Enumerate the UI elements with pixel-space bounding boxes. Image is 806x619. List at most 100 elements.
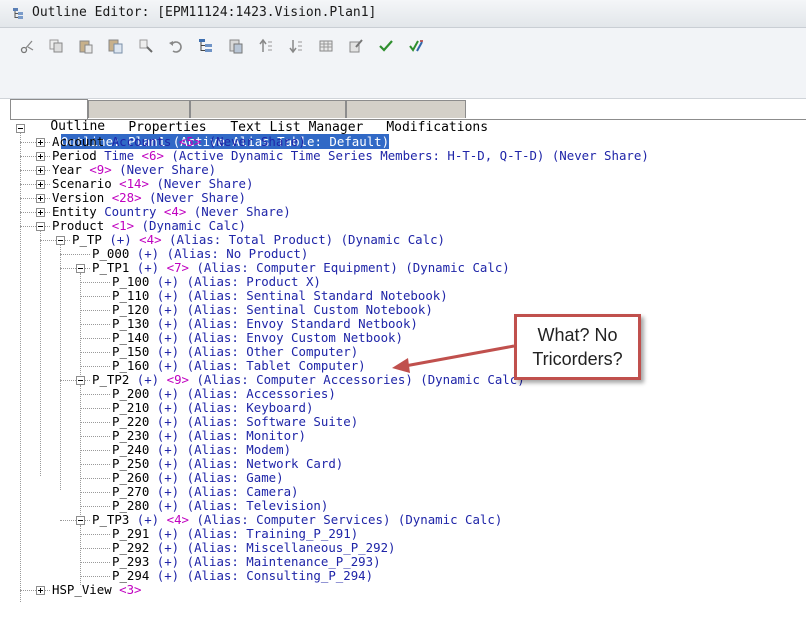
tree-node[interactable]: P_TP2 (+) <9> (Alias: Computer Accessori… [92, 373, 525, 387]
member-alias: (+) [156, 498, 187, 513]
collapse-node-icon[interactable] [76, 516, 85, 525]
tree-node[interactable]: P_130 (+) (Alias: Envoy Standard Netbook… [112, 317, 418, 331]
tree-node[interactable]: P_291 (+) (Alias: Training_P_291) [112, 527, 358, 541]
tree-node[interactable]: P_280 (+) (Alias: Television) [112, 499, 328, 513]
expand-node-icon[interactable] [36, 138, 45, 147]
tree-node[interactable]: Scenario <14> (Never Share) [52, 177, 253, 191]
member-count: <4> [166, 512, 189, 527]
member-alias: (+) [136, 260, 167, 275]
edit-icon[interactable] [348, 38, 364, 54]
move-down-icon[interactable] [288, 38, 304, 54]
member-properties: (Alias: Camera) [186, 484, 299, 499]
tab-properties[interactable]: Properties [88, 100, 207, 135]
tree-node[interactable]: P_293 (+) (Alias: Maintenance_P_293) [112, 555, 381, 569]
expand-node-icon[interactable] [36, 180, 45, 189]
tree-node[interactable]: P_100 (+) (Alias: Product X) [112, 275, 321, 289]
tree-guide-line [20, 226, 50, 227]
member-properties: (Never Share) [186, 204, 291, 219]
tree-node[interactable]: Account Accounts <5> (Never Share) [52, 135, 306, 149]
member-properties: (Alias: Keyboard) [186, 400, 314, 415]
collapse-node-icon[interactable] [76, 264, 85, 273]
member-alias: (+) [156, 316, 187, 331]
tree-node[interactable]: P_140 (+) (Alias: Envoy Custom Netbook) [112, 331, 403, 345]
tree-node[interactable]: Product <1> (Dynamic Calc) [52, 219, 246, 233]
tree-node[interactable]: Entity Country <4> (Never Share) [52, 205, 291, 219]
outline-tree[interactable]: Outline: Plan1 (Active Alias Table: Defa… [0, 121, 806, 619]
tree-node[interactable]: P_TP3 (+) <4> (Alias: Computer Services)… [92, 513, 502, 527]
member-name: P_120 [112, 302, 157, 317]
tree-node[interactable]: P_000 (+) (Alias: No Product) [92, 247, 308, 261]
member-name: P_200 [112, 386, 157, 401]
member-name: P_230 [112, 428, 157, 443]
member-alias: (+) [156, 442, 187, 457]
member-name: P_292 [112, 540, 157, 555]
move-up-icon[interactable] [258, 38, 274, 54]
collapse-node-icon[interactable] [56, 236, 65, 245]
tab-divider [10, 119, 806, 120]
tree-node[interactable]: P_250 (+) (Alias: Network Card) [112, 457, 343, 471]
member-name: Period [52, 148, 105, 163]
collapse-node-icon[interactable] [76, 376, 85, 385]
expand-node-icon[interactable] [36, 152, 45, 161]
tree-guide-line [20, 170, 50, 171]
tree-root-node[interactable]: Outline: Plan1 (Active Alias Table: Defa… [31, 121, 390, 149]
member-alias: (+) [156, 470, 187, 485]
member-alias: (+) [136, 246, 167, 261]
member-name: Version [52, 190, 112, 205]
verify-icon[interactable] [378, 38, 394, 54]
tree-node[interactable]: Version <28> (Never Share) [52, 191, 246, 205]
tree-node[interactable]: P_240 (+) (Alias: Modem) [112, 443, 291, 457]
tab-modifications[interactable]: Modifications [346, 100, 488, 135]
expand-node-icon[interactable] [36, 208, 45, 217]
properties-icon[interactable] [228, 38, 244, 54]
member-name: Account [52, 134, 112, 149]
tree-guide-line [80, 576, 110, 577]
undo-icon[interactable] [168, 38, 184, 54]
member-alias: (+) [156, 302, 187, 317]
tree-node[interactable]: P_TP (+) <4> (Alias: Total Product) (Dyn… [72, 233, 445, 247]
member-name: P_000 [92, 246, 137, 261]
tree-node[interactable]: P_150 (+) (Alias: Other Computer) [112, 345, 358, 359]
copy-icon[interactable] [48, 38, 64, 54]
tree-node[interactable]: Year <9> (Never Share) [52, 163, 216, 177]
format-icon[interactable] [138, 38, 154, 54]
grid-icon[interactable] [318, 38, 334, 54]
tree-guide-line [20, 198, 50, 199]
member-properties: (Alias: Sentinal Standard Notebook) [186, 288, 448, 303]
tree-node[interactable]: P_210 (+) (Alias: Keyboard) [112, 401, 313, 415]
tree-node[interactable]: P_200 (+) (Alias: Accessories) [112, 387, 336, 401]
expand-node-icon[interactable] [36, 194, 45, 203]
collapse-root-icon[interactable] [16, 124, 25, 133]
paste-icon[interactable] [78, 38, 94, 54]
tab-outline[interactable]: Outline [10, 99, 105, 134]
member-properties: (Alias: Consulting_P_294) [186, 568, 374, 583]
tab-text-list-manager[interactable]: Text List Manager [190, 100, 363, 135]
member-name: P_TP3 [92, 512, 137, 527]
member-name: P_130 [112, 316, 157, 331]
tree-guide-line [60, 254, 90, 255]
tree-node[interactable]: P_260 (+) (Alias: Game) [112, 471, 284, 485]
tree-node[interactable]: P_294 (+) (Alias: Consulting_P_294) [112, 569, 373, 583]
paste-sibling-icon[interactable] [108, 38, 124, 54]
tree-node[interactable]: P_160 (+) (Alias: Tablet Computer) [112, 359, 366, 373]
tree-guide-line [80, 422, 110, 423]
collapse-node-icon[interactable] [36, 222, 45, 231]
tree-guide-line [20, 156, 50, 157]
tree-node[interactable]: P_TP1 (+) <7> (Alias: Computer Equipment… [92, 261, 510, 275]
tree-node[interactable]: P_230 (+) (Alias: Monitor) [112, 429, 306, 443]
tree-node[interactable]: P_292 (+) (Alias: Miscellaneous_P_292) [112, 541, 395, 555]
expand-node-icon[interactable] [36, 166, 45, 175]
member-properties: (Never Share) [141, 190, 246, 205]
tree-node[interactable]: P_110 (+) (Alias: Sentinal Standard Note… [112, 289, 448, 303]
expand-node-icon[interactable] [36, 586, 45, 595]
cut-icon[interactable] [20, 38, 36, 54]
tree-node[interactable]: P_220 (+) (Alias: Software Suite) [112, 415, 358, 429]
tree-node[interactable]: Period Time <6> (Active Dynamic Time Ser… [52, 149, 649, 163]
outline-icon[interactable] [198, 38, 214, 54]
member-name: P_220 [112, 414, 157, 429]
tree-node[interactable]: P_120 (+) (Alias: Sentinal Custom Notebo… [112, 303, 433, 317]
tree-node[interactable]: HSP_View <3> [52, 583, 142, 597]
save-check-icon[interactable] [408, 38, 424, 54]
member-alias: (+) [156, 554, 187, 569]
tree-node[interactable]: P_270 (+) (Alias: Camera) [112, 485, 299, 499]
